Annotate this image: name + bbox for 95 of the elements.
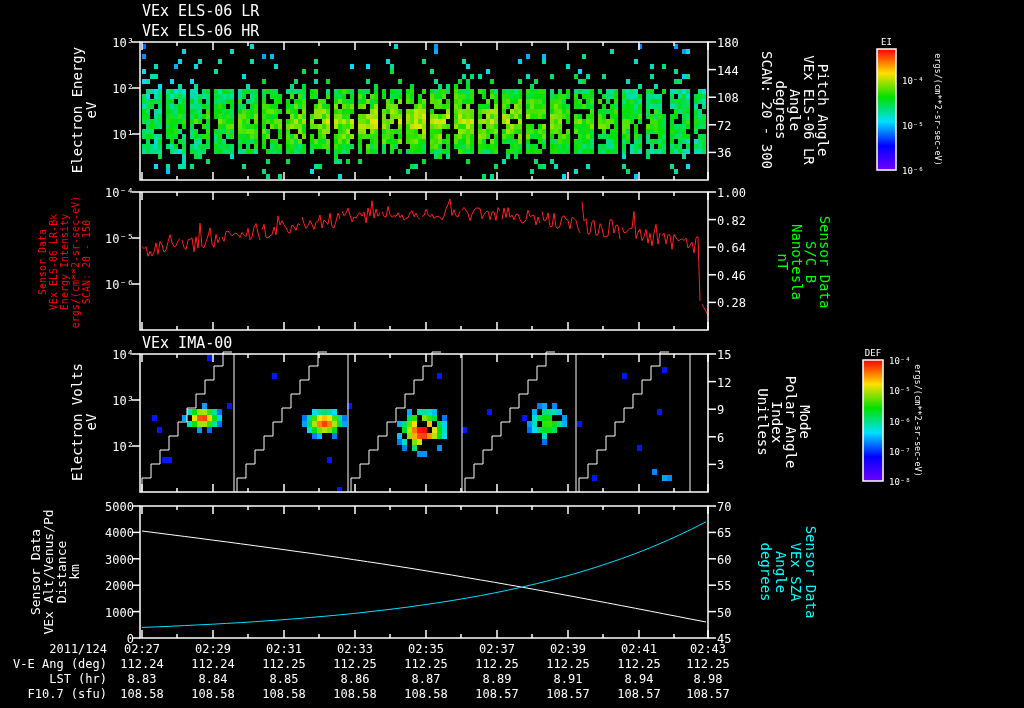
- tick-label: 0.64: [717, 241, 746, 256]
- tick-label: 112.25: [686, 657, 730, 671]
- tick-label: 3000: [105, 552, 134, 567]
- tick-label: 0.46: [717, 268, 746, 283]
- tick-label: 02:35: [407, 642, 445, 656]
- tick-label: 8.87: [411, 672, 441, 686]
- tick-label: 9: [717, 403, 725, 418]
- tick-label: 108.57: [617, 687, 661, 701]
- row-label: F10.7 (sfu): [27, 687, 107, 701]
- tick-label: 10⁴: [112, 348, 134, 362]
- tick-label: 02:33: [336, 642, 374, 656]
- tick-label: 10³: [112, 394, 134, 408]
- tick-label: 108.57: [686, 687, 730, 701]
- tick-label: 70: [717, 500, 732, 514]
- tick-label: 72: [717, 118, 732, 133]
- tick-label: 8.91: [553, 672, 583, 686]
- axis-label: Electron Volts eV: [69, 363, 99, 481]
- row-label: V-E Ang (deg): [13, 657, 107, 671]
- tick-label: 4000: [105, 526, 134, 541]
- row-label: 2011/124: [49, 642, 107, 656]
- tick-label: 36: [717, 146, 732, 161]
- tick-label: 10¹: [112, 128, 134, 142]
- row-label: LST (hr): [49, 672, 107, 686]
- tick-label: 8.83: [127, 672, 157, 686]
- tick-label: 02:41: [620, 642, 658, 656]
- tick-label: 02:29: [194, 642, 232, 656]
- axis-label: Pitch Angle VEx ELS-06 LR Angle degrees SCAN: 20 - 300: [759, 51, 831, 169]
- tick-label: 112.24: [191, 657, 235, 671]
- tick-label: 5000: [105, 500, 134, 514]
- colorbar-title: EI: [881, 37, 892, 47]
- panel-title: VEx IMA-00: [142, 334, 233, 352]
- tick-label: 108.58: [333, 687, 377, 701]
- tick-label: 112.25: [475, 657, 519, 671]
- tick-label: 8.86: [340, 672, 370, 686]
- tick-label: 10⁻⁵: [889, 386, 911, 397]
- colorbar-units: ergs/(cm**2-sr-sec-eV): [913, 364, 923, 477]
- tick-label: 10⁻⁶: [889, 416, 911, 427]
- tick-label: 10⁻⁴: [889, 356, 911, 366]
- tick-label: 10³: [112, 36, 134, 50]
- tick-label: 108.57: [546, 687, 590, 701]
- tick-label: 108: [717, 91, 739, 106]
- axis-label: Mode Polar Angle Index Unitless: [755, 375, 813, 469]
- axis-label: Sensor Data S/C B Nanotesla nT: [775, 215, 833, 309]
- tick-label: 112.25: [333, 657, 377, 671]
- panel-title: VEx ELS-06 LR: [142, 2, 260, 20]
- tick-label: 10⁻⁷: [889, 446, 911, 457]
- tick-label: 50: [717, 605, 732, 620]
- colorbar-units: ergs/(cm**2-sr-sec-eV): [933, 53, 943, 166]
- tick-label: 6: [717, 430, 725, 445]
- tick-label: 0.28: [717, 296, 746, 311]
- axis-label: Sensor Data VEx ELS-06 LR-Bk Energy Intensity ergs/(cm**2-sr-sec-eV) SCAN: 20 - 150: [37, 195, 92, 329]
- tick-label: 8.94: [624, 672, 654, 686]
- tick-label: 8.84: [198, 672, 228, 686]
- tick-label: 10⁻⁵: [902, 121, 924, 131]
- tick-label: 108.57: [475, 687, 519, 701]
- tick-label: 8.85: [269, 672, 299, 686]
- tick-label: 8.89: [482, 672, 512, 686]
- tick-label: 2000: [105, 579, 134, 594]
- tick-label: 10⁻⁶: [902, 166, 924, 176]
- axis-label: Sensor Data VEx SZA Angle degrees: [758, 525, 819, 619]
- tick-label: 12: [717, 375, 732, 390]
- tick-label: 8.98: [693, 672, 723, 686]
- tick-label: 15: [717, 348, 732, 362]
- tick-label: 02:37: [478, 642, 516, 656]
- tick-label: 10²: [112, 82, 134, 96]
- tick-label: 10⁻⁶: [105, 278, 134, 292]
- tick-label: 10⁻⁴: [902, 76, 924, 86]
- tick-label: 3: [717, 458, 725, 473]
- tick-label: 55: [717, 579, 732, 594]
- tick-label: 108.58: [120, 687, 164, 701]
- tick-label: 180: [717, 36, 739, 50]
- tick-label: 02:31: [265, 642, 303, 656]
- tick-label: 10²: [112, 440, 134, 454]
- tick-label: 10⁻⁸: [889, 477, 911, 487]
- tick-label: 108.58: [262, 687, 306, 701]
- tick-label: 10⁻⁴: [105, 186, 134, 200]
- colorbar-title: DEF: [864, 348, 882, 358]
- tick-label: 1000: [105, 605, 134, 620]
- tick-label: 112.25: [617, 657, 661, 671]
- panel-title: VEx ELS-06 HR: [142, 22, 260, 40]
- tick-label: 112.25: [404, 657, 448, 671]
- tick-label: 02:39: [549, 642, 587, 656]
- tick-label: 65: [717, 526, 732, 541]
- axis-label: Sensor Data VEx Alt/Venus/Pd Distance km: [28, 509, 82, 635]
- tick-label: 10⁻⁵: [105, 232, 134, 246]
- tick-label: 108.58: [404, 687, 448, 701]
- tick-label: 1.00: [717, 186, 746, 200]
- tick-label: 112.25: [262, 657, 306, 671]
- tick-label: 108.58: [191, 687, 235, 701]
- tick-label: 0.82: [717, 213, 746, 228]
- tick-label: 112.24: [120, 657, 164, 671]
- axis-label: Electron Energy eV: [69, 46, 99, 174]
- tick-label: 144: [717, 63, 739, 78]
- tick-label: 112.25: [546, 657, 590, 671]
- tick-label: 60: [717, 552, 732, 567]
